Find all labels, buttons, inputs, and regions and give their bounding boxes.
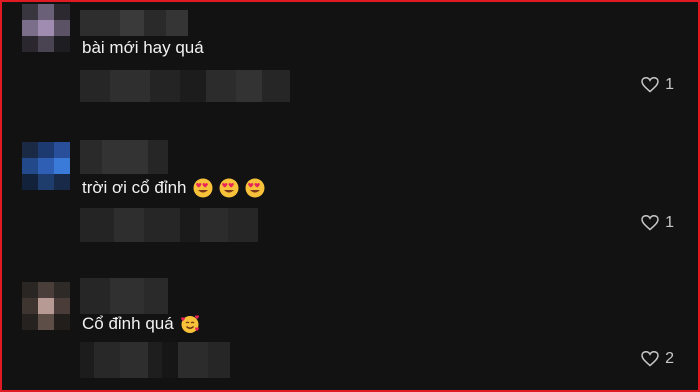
smiling-face-with-hearts-emoji [180, 315, 199, 333]
heart-eyes-emoji [193, 178, 212, 198]
comment-item: Cổ đỉnh quá 2 [2, 272, 698, 390]
comment-text-label: Cổ đỉnh quá [82, 314, 174, 333]
like-button[interactable]: 1 [641, 214, 674, 232]
avatar[interactable] [22, 142, 70, 190]
like-count: 2 [665, 350, 674, 367]
username-blurred[interactable] [80, 278, 168, 314]
heart-icon [641, 215, 659, 231]
like-count: 1 [665, 214, 674, 231]
comment-text: Cổ đỉnh quá [82, 314, 200, 334]
comment-item: bài mới hay quá 1 [2, 2, 698, 130]
avatar[interactable] [22, 4, 70, 52]
like-button[interactable]: 1 [641, 76, 674, 94]
username-blurred[interactable] [80, 140, 168, 174]
comment-text: trời ơi cổ đỉnh [82, 178, 265, 198]
comment-text-label: bài mới hay quá [82, 38, 204, 57]
comment-text: bài mới hay quá [82, 38, 204, 58]
username-blurred[interactable] [80, 10, 188, 36]
heart-icon [641, 77, 659, 93]
comment-item: trời ơi cổ đỉnh 1 [2, 136, 698, 266]
avatar[interactable] [22, 282, 70, 330]
comment-meta-blurred [80, 342, 230, 378]
heart-eyes-emoji [219, 178, 238, 198]
comment-meta-blurred [80, 208, 258, 242]
comment-text-label: trời ơi cổ đỉnh [82, 178, 187, 197]
like-count: 1 [665, 76, 674, 93]
comment-meta-blurred [80, 70, 290, 102]
heart-eyes-emoji [245, 178, 264, 198]
like-button[interactable]: 2 [641, 350, 674, 368]
comment-panel: bài mới hay quá 1 trời ơi cổ đỉnh 1 Cổ đ… [0, 0, 700, 392]
heart-icon [641, 351, 659, 367]
